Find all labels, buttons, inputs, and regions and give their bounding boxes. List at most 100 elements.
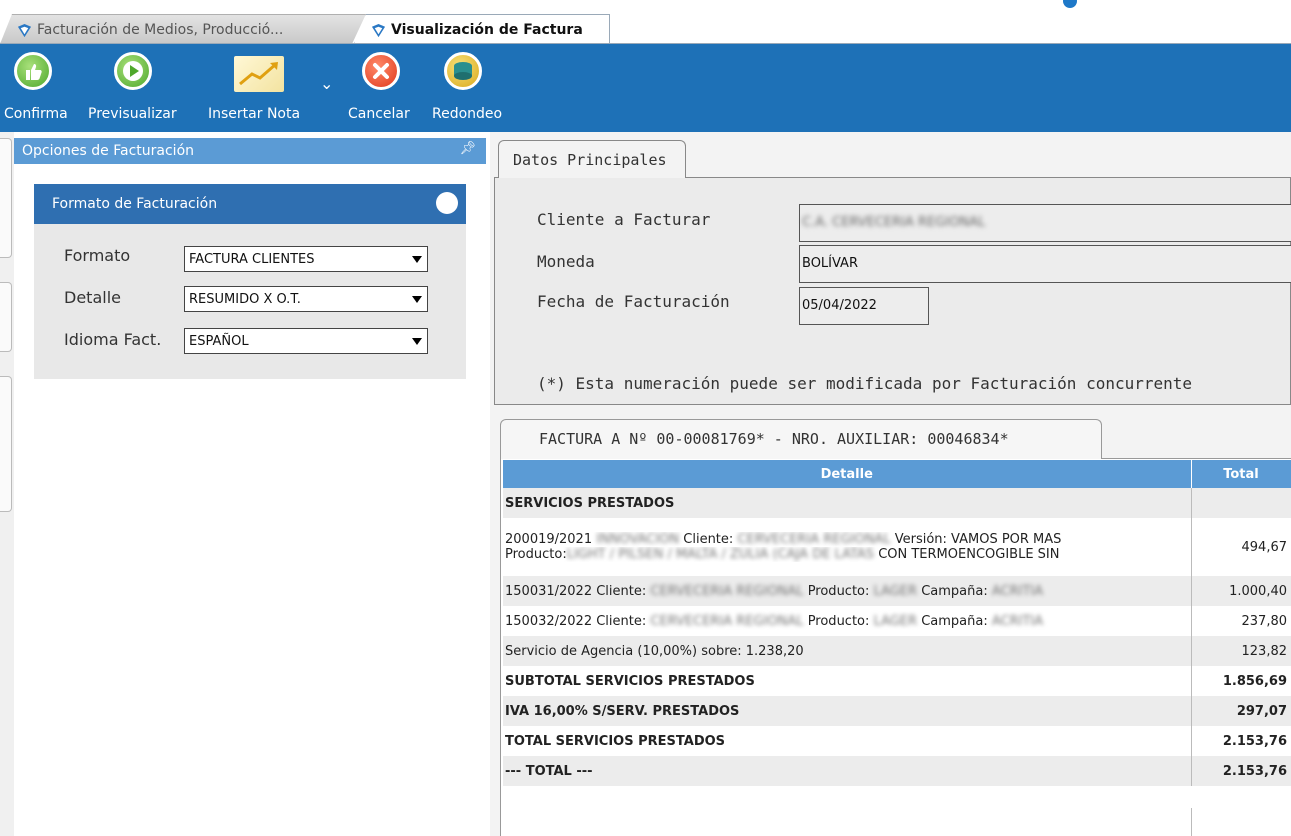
previsualizar-label: Previsualizar xyxy=(88,106,177,122)
section-title: SERVICIOS PRESTADOS xyxy=(503,488,1192,518)
cancel-x-icon xyxy=(362,52,400,90)
agencia-detail: Servicio de Agencia (10,00%) sobre: 1.23… xyxy=(503,636,1192,666)
product-text: CON TERMOENCOGIBLE SIN xyxy=(878,547,1060,562)
table-row[interactable]: 200019/2021 INNOVACION Cliente: CERVECER… xyxy=(503,518,1291,576)
tab-label: Visualización de Factura xyxy=(391,21,583,38)
redacted-text: CERVECERIA REGIONAL xyxy=(650,583,804,599)
tab-visualizacion-factura[interactable]: Visualización de Factura xyxy=(354,14,610,44)
detalle-value: RESUMIDO X O.T. xyxy=(189,292,301,307)
factura-tab-label: FACTURA A Nº 00-00081769* - NRO. AUXILIA… xyxy=(539,430,1009,448)
datos-tab-label: Datos Principales xyxy=(513,151,667,169)
rail-tab-3[interactable] xyxy=(0,376,12,512)
tab-datos-principales[interactable]: Datos Principales xyxy=(498,140,686,178)
row-detail: 200019/2021 INNOVACION Cliente: CERVECER… xyxy=(503,518,1192,576)
pin-icon[interactable]: 📌︎ xyxy=(459,141,476,156)
table-row[interactable]: 150031/2022 Cliente: CERVECERIA REGIONAL… xyxy=(503,576,1291,606)
fecha-value: 05/04/2022 xyxy=(802,298,877,313)
formato-select[interactable]: FACTURA CLIENTES xyxy=(184,246,428,272)
moneda-field[interactable]: BOLÍVAR xyxy=(799,245,1291,283)
coins-icon xyxy=(444,52,482,90)
table-row[interactable]: 150032/2022 Cliente: CERVECERIA REGIONAL… xyxy=(503,606,1291,636)
formato-label: Formato xyxy=(64,246,131,265)
subtotal-label: SUBTOTAL SERVICIOS PRESTADOS xyxy=(503,666,1192,696)
grand-total-label: --- TOTAL --- xyxy=(503,756,1192,786)
redacted-text: ACRITIA xyxy=(991,583,1044,599)
thumbs-up-icon xyxy=(14,52,52,90)
redacted-text: CERVECERIA REGIONAL xyxy=(650,613,804,629)
rail-tab-2[interactable] xyxy=(0,282,12,352)
row-total: 494,67 xyxy=(1241,539,1288,555)
idioma-select[interactable]: ESPAÑOL xyxy=(184,328,428,354)
formato-value: FACTURA CLIENTES xyxy=(189,252,315,267)
trend-chart-icon xyxy=(234,56,284,92)
invoice-table: Detalle Total SERVICIOS PRESTADOS 200019… xyxy=(503,460,1291,786)
redacted-text: INNOVACION xyxy=(596,532,680,547)
table-row[interactable]: TOTAL SERVICIOS PRESTADOS 2.153,76 xyxy=(503,726,1291,756)
row-total: 237,80 xyxy=(1241,613,1288,629)
column-header-total[interactable]: Total xyxy=(1191,460,1291,488)
redondeo-button[interactable]: Redondeo xyxy=(430,44,514,132)
dropdown-arrow-icon[interactable]: ⌄ xyxy=(320,74,333,93)
table-row[interactable]: SUBTOTAL SERVICIOS PRESTADOS 1.856,69 xyxy=(503,666,1291,696)
column-divider xyxy=(1191,808,1192,836)
insertar-nota-label: Insertar Nota xyxy=(208,106,301,122)
toolbar: Confirma Previsualizar ⌄ Insertar Nota C… xyxy=(0,44,1291,132)
product-label: Producto: xyxy=(807,583,870,599)
format-card-header: Formato de Facturación xyxy=(34,184,466,224)
section-total xyxy=(1191,488,1291,518)
table-row[interactable]: --- TOTAL --- 2.153,76 xyxy=(503,756,1291,786)
iva-label: IVA 16,00% S/SERV. PRESTADOS xyxy=(503,696,1192,726)
grand-total-value: 2.153,76 xyxy=(1222,763,1287,779)
cliente-value: C.A. CERVECERIA REGIONAL xyxy=(802,215,986,230)
campaign-label: Campaña: xyxy=(921,583,988,599)
table-row[interactable]: IVA 16,00% S/SERV. PRESTADOS 297,07 xyxy=(503,696,1291,726)
tab-facturacion-medios[interactable]: Facturación de Medios, Producció... xyxy=(0,14,366,44)
subtotal-value: 1.856,69 xyxy=(1222,673,1287,689)
idioma-label: Idioma Fact. xyxy=(64,330,162,349)
moneda-value: BOLÍVAR xyxy=(802,256,858,271)
redacted-text: CERVECERIA REGIONAL xyxy=(737,532,891,547)
tab-factura[interactable]: FACTURA A Nº 00-00081769* - NRO. AUXILIA… xyxy=(500,419,1102,459)
table-row[interactable]: SERVICIOS PRESTADOS xyxy=(503,488,1291,518)
cancelar-button[interactable]: Cancelar xyxy=(344,44,430,132)
collapse-icon[interactable] xyxy=(436,192,458,214)
row-detail-line: 200019/2021 INNOVACION Cliente: CERVECER… xyxy=(505,532,1189,547)
agencia-total: 123,82 xyxy=(1241,643,1288,659)
column-header-detalle[interactable]: Detalle xyxy=(503,460,1192,488)
side-rail xyxy=(0,132,14,836)
redondeo-label: Redondeo xyxy=(432,106,503,122)
tab-label: Facturación de Medios, Producció... xyxy=(37,21,284,38)
detalle-label: Detalle xyxy=(64,288,121,307)
total-servicios-value: 2.153,76 xyxy=(1222,733,1287,749)
client-label: Cliente: xyxy=(683,532,734,547)
iva-value: 297,07 xyxy=(1236,703,1287,719)
previsualizar-button[interactable]: Previsualizar xyxy=(86,44,198,132)
row-detail: 150031/2022 Cliente: CERVECERIA REGIONAL… xyxy=(503,576,1192,606)
total-servicios-label: TOTAL SERVICIOS PRESTADOS xyxy=(503,726,1192,756)
shield-icon xyxy=(17,23,32,38)
datos-principales-panel: Cliente a Facturar C.A. CERVECERIA REGIO… xyxy=(494,177,1291,405)
row-detail-line: Producto:LIGHT / PILSEN / MALTA / ZULIA … xyxy=(505,547,1189,562)
fecha-field[interactable]: 05/04/2022 xyxy=(799,287,929,325)
format-card-title: Formato de Facturación xyxy=(52,196,218,212)
order-number: 150031/2022 Cliente: xyxy=(505,583,647,599)
idioma-value: ESPAÑOL xyxy=(189,334,249,349)
shield-icon xyxy=(371,23,386,38)
table-row[interactable]: Servicio de Agencia (10,00%) sobre: 1.23… xyxy=(503,636,1291,666)
confirma-label: Confirma xyxy=(4,106,68,122)
fecha-label: Fecha de Facturación xyxy=(537,292,730,311)
play-icon xyxy=(114,52,152,90)
order-number: 150032/2022 Cliente: xyxy=(505,613,647,629)
product-label: Producto: xyxy=(505,547,567,562)
insertar-nota-button[interactable]: ⌄ Insertar Nota xyxy=(198,44,338,132)
cliente-field[interactable]: C.A. CERVECERIA REGIONAL xyxy=(799,204,1291,242)
cliente-label: Cliente a Facturar xyxy=(537,210,711,229)
document-tab-strip: Facturación de Medios, Producció... Visu… xyxy=(0,0,1291,44)
rail-tab-1[interactable] xyxy=(0,138,12,258)
confirma-button[interactable]: Confirma xyxy=(0,44,86,132)
format-card: Formato de Facturación Formato FACTURA C… xyxy=(34,184,466,379)
order-number: 200019/2021 xyxy=(505,532,593,547)
detalle-select[interactable]: RESUMIDO X O.T. xyxy=(184,286,428,312)
row-total: 1.000,40 xyxy=(1229,583,1287,599)
product-label: Producto: xyxy=(807,613,870,629)
